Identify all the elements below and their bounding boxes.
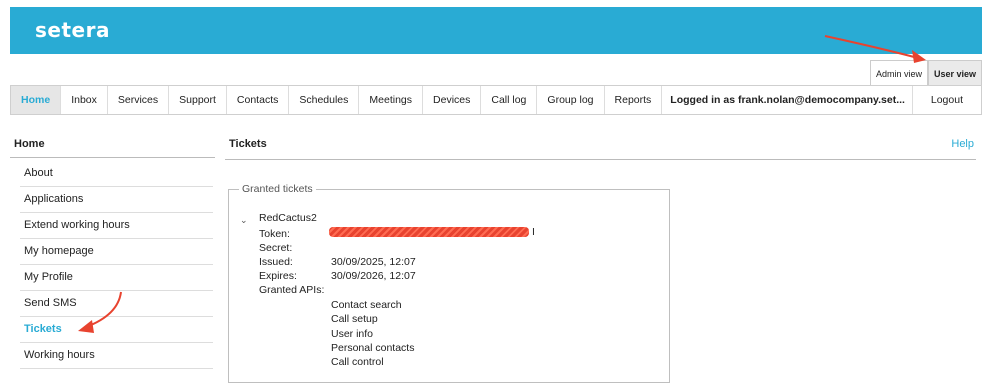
chevron-down-icon[interactable]: ⌄ [240,215,248,226]
token-redaction-mark [329,227,529,237]
sidebar-item-extend-working-hours[interactable]: Extend working hours [20,213,213,239]
sidebar-item-my-profile[interactable]: My Profile [20,265,213,291]
nav-services[interactable]: Services [108,86,170,114]
api-item-call-setup: Call setup [331,313,378,325]
sidebar-item-tickets[interactable]: Tickets [20,317,213,343]
sidebar-title: Home [14,138,45,150]
sidebar-item-about[interactable]: About [20,161,213,187]
ticket-name: RedCactus2 [259,212,317,224]
token-label: Token: [259,228,290,240]
sidebar-item-working-hours[interactable]: Working hours [20,343,213,369]
granted-tickets-legend: Granted tickets [242,183,313,195]
header-banner: setera [10,7,982,54]
sidebar-divider [10,157,215,158]
nav-devices[interactable]: Devices [423,86,482,114]
nav-schedules[interactable]: Schedules [289,86,360,114]
api-item-personal-contacts: Personal contacts [331,342,415,354]
api-item-user-info: User info [331,328,374,340]
api-item-call-control: Call control [331,356,384,368]
sidebar-item-send-sms[interactable]: Send SMS [20,291,213,317]
sidebar-menu: About Applications Extend working hours … [20,161,213,369]
sidebar-item-my-homepage[interactable]: My homepage [20,239,213,265]
nav-call-log[interactable]: Call log [481,86,538,114]
sidebar-item-applications[interactable]: Applications [20,187,213,213]
nav-support[interactable]: Support [169,86,227,114]
setera-logo: setera [35,18,110,42]
logout-link[interactable]: Logout [913,86,981,114]
secret-label: Secret: [259,242,293,254]
admin-view-tab[interactable]: Admin view [869,60,928,86]
main-divider [225,159,976,160]
expires-value: 30/09/2026, 12:07 [331,270,416,282]
issued-label: Issued: [259,256,293,268]
granted-tickets-panel: Granted tickets ⌄ RedCactus2 Token: I Se… [228,183,670,383]
nav-contacts[interactable]: Contacts [227,86,290,114]
nav-reports[interactable]: Reports [605,86,663,114]
nav-inbox[interactable]: Inbox [61,86,108,114]
nav-meetings[interactable]: Meetings [359,86,424,114]
page-title: Tickets [229,138,267,150]
nav-home[interactable]: Home [11,86,62,114]
logged-in-status: Logged in as frank.nolan@democompany.set… [662,86,913,114]
api-item-contact-search: Contact search [331,299,402,311]
issued-value: 30/09/2025, 12:07 [331,256,416,268]
granted-apis-label: Granted APIs: [259,284,325,296]
expires-label: Expires: [259,270,297,282]
view-switch: Admin view User view [869,60,982,86]
help-link[interactable]: Help [951,138,974,150]
user-view-tab[interactable]: User view [927,60,982,86]
nav-group-log[interactable]: Group log [537,86,605,114]
main-nav: Home Inbox Services Support Contacts Sch… [10,85,982,115]
token-visible-tail: I [532,226,535,238]
